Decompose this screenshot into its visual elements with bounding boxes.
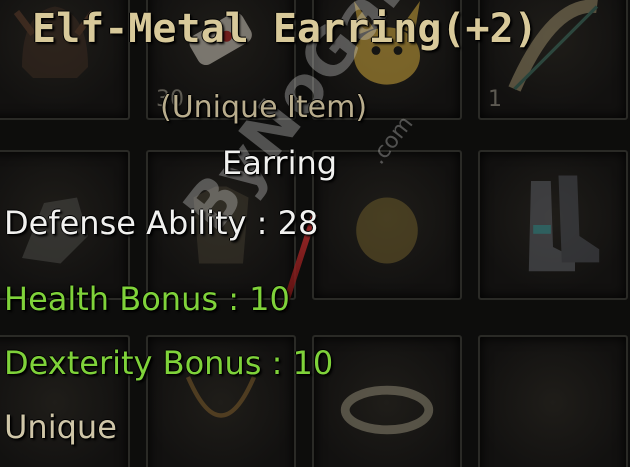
dexterity-bonus-stat: Dexterity Bonus : 10 [4,344,334,382]
item-grade: (Unique Item) [160,90,368,125]
health-bonus-stat: Health Bonus : 10 [4,280,290,318]
item-name: Elf-Metal Earring(+2) [32,6,538,52]
item-rarity: Unique [4,408,117,446]
item-tooltip: Elf-Metal Earring(+2) (Unique Item) Earr… [0,0,630,467]
inventory-tooltip-screen: 30 1 ByNoGame .com Elf-Metal Earring(+2)… [0,0,630,467]
defense-stat: Defense Ability : 28 [4,204,319,242]
item-type: Earring [222,144,338,182]
